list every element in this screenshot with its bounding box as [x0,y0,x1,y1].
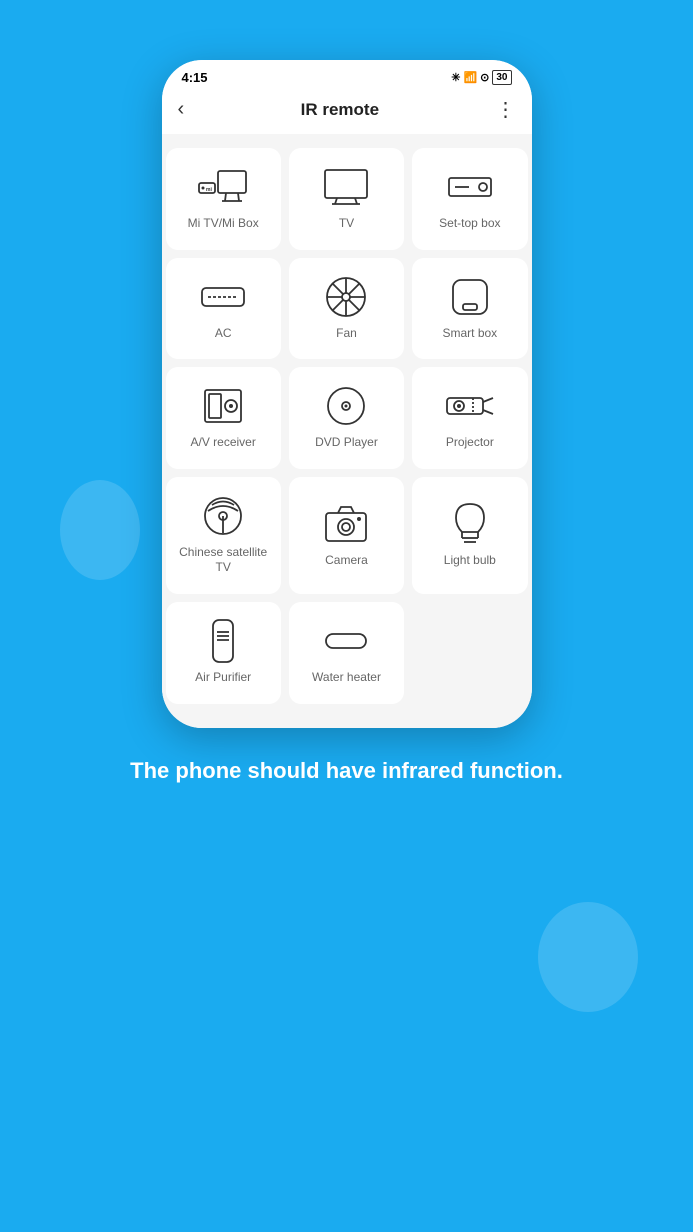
grid-item-light-bulb[interactable]: Light bulb [412,477,527,594]
projector-label: Projector [446,435,494,451]
svg-text:mi: mi [206,187,212,193]
bottom-text: The phone should have infrared function. [90,756,603,786]
dvd-player-label: DVD Player [315,435,378,451]
phone-frame: 4:15 ✳ 📶 ⊙ 30 ‹ IR remote ⋮ [162,60,532,728]
fan-icon [320,276,372,318]
fan-label: Fan [336,326,357,342]
grid-item-fan[interactable]: Fan [289,258,404,360]
decorative-blob-right [538,902,638,1012]
projector-icon [444,385,496,427]
grid-item-mi-tv[interactable]: mi Mi TV/Mi Box [166,148,281,250]
more-button[interactable]: ⋮ [496,97,516,122]
back-button[interactable]: ‹ [178,98,185,121]
battery-icon: 30 [492,70,511,85]
av-receiver-label: A/V receiver [190,435,255,451]
status-time: 4:15 [182,70,208,85]
light-bulb-label: Light bulb [444,553,496,569]
grid-item-tv[interactable]: TV [289,148,404,250]
set-top-box-label: Set-top box [439,216,500,232]
decorative-blob-left [60,480,140,580]
grid-item-air-purifier[interactable]: Air Purifier [166,602,281,704]
tv-icon [320,166,372,208]
device-grid-container: mi Mi TV/Mi Box TV [162,134,532,728]
page-title: IR remote [301,100,379,120]
air-purifier-label: Air Purifier [195,670,251,686]
mi-tv-icon: mi [197,166,249,208]
ac-icon [197,276,249,318]
tv-label: TV [339,216,354,232]
status-icons: ✳ 📶 ⊙ 30 [451,70,511,85]
smart-box-label: Smart box [442,326,497,342]
grid-item-set-top-box[interactable]: Set-top box [412,148,527,250]
grid-item-ac[interactable]: AC [166,258,281,360]
grid-item-camera[interactable]: Camera [289,477,404,594]
bluetooth-icon: ✳ [451,71,460,84]
grid-item-chinese-sat-tv[interactable]: Chinese satellite TV [166,477,281,594]
wifi-icon: ⊙ [480,71,489,84]
dvd-player-icon [320,385,372,427]
mi-tv-label: Mi TV/Mi Box [188,216,259,232]
grid-item-dvd-player[interactable]: DVD Player [289,367,404,469]
signal-icon: 📶 [463,71,477,84]
water-heater-label: Water heater [312,670,381,686]
chinese-sat-tv-icon [197,495,249,537]
set-top-box-icon [444,166,496,208]
av-receiver-icon [197,385,249,427]
ac-label: AC [215,326,232,342]
light-bulb-icon [444,503,496,545]
grid-item-av-receiver[interactable]: A/V receiver [166,367,281,469]
chinese-sat-tv-label: Chinese satellite TV [176,545,271,576]
status-bar: 4:15 ✳ 📶 ⊙ 30 [162,60,532,89]
air-purifier-icon [197,620,249,662]
grid-item-water-heater[interactable]: Water heater [289,602,404,704]
device-grid: mi Mi TV/Mi Box TV [162,144,532,708]
grid-item-projector[interactable]: Projector [412,367,527,469]
grid-item-smart-box[interactable]: Smart box [412,258,527,360]
smart-box-icon [444,276,496,318]
header: ‹ IR remote ⋮ [162,89,532,134]
water-heater-icon [320,620,372,662]
camera-icon [320,503,372,545]
camera-label: Camera [325,553,368,569]
